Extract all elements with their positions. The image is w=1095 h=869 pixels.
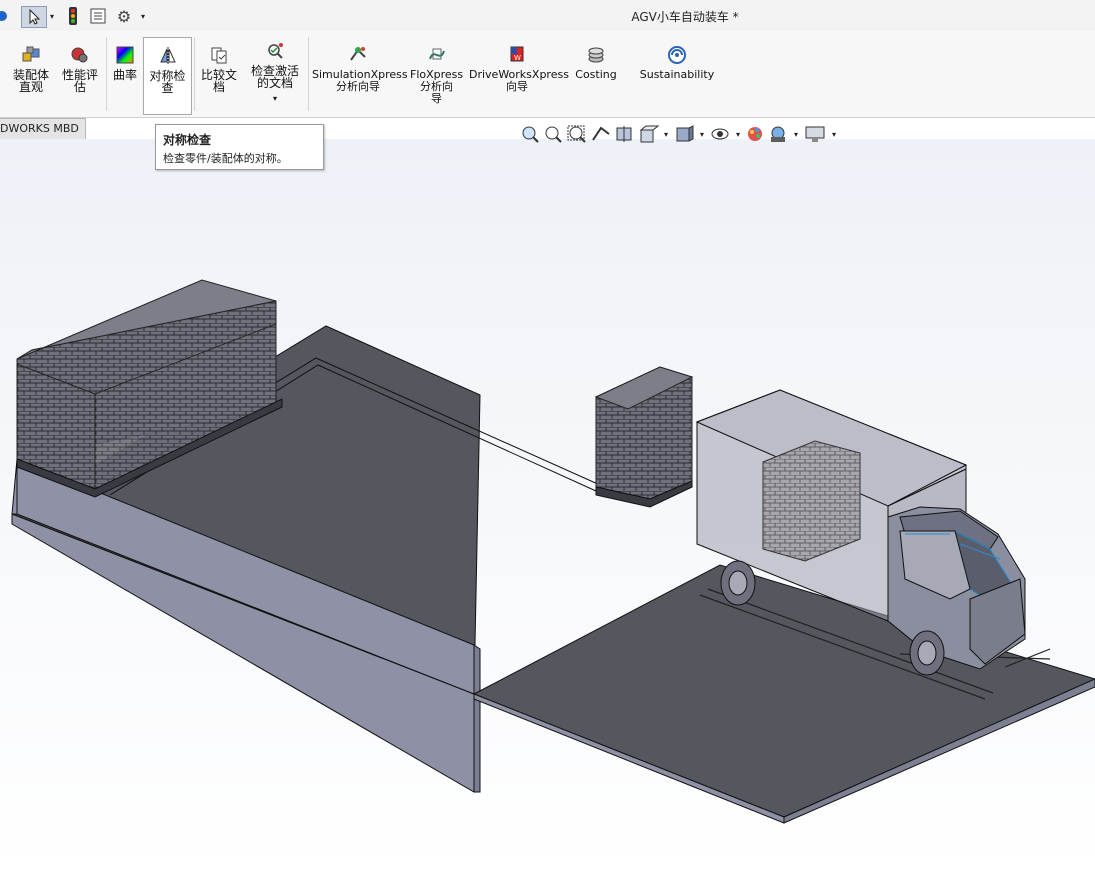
- window-title: AGV小车自动装车 *: [631, 10, 739, 24]
- view-orientation-dropdown-icon[interactable]: ▾: [659, 130, 673, 139]
- performance-evaluation-label: 性能评 估: [61, 68, 98, 94]
- view-settings-icon[interactable]: [803, 124, 827, 144]
- hide-show-items-icon[interactable]: [709, 124, 731, 144]
- curvature-icon: [116, 46, 134, 64]
- view-settings-dropdown-icon[interactable]: ▾: [827, 130, 841, 139]
- check-active-document-button[interactable]: 检查激活 的文档 ▾: [246, 35, 304, 105]
- performance-evaluation-button[interactable]: 性能评 估: [58, 35, 102, 93]
- hide-show-dropdown-icon[interactable]: ▾: [731, 130, 745, 139]
- tooltip-description: 检查零件/装配体的对称。: [163, 152, 288, 165]
- compare-documents-button[interactable]: 比较文 档: [197, 35, 241, 93]
- ribbon-separator: [308, 37, 309, 111]
- evaluate-ribbon: 装配体 直观 性能评 估 曲率 对称检 查 比较文 档 检查激活 的文档 ▾ S…: [0, 31, 1095, 118]
- sustainability-icon: [668, 46, 686, 64]
- heads-up-view-toolbar: ▾ ▾ ▾ ▾ ▾: [519, 123, 871, 145]
- tooltip-title: 对称检查: [163, 133, 212, 147]
- title-bar: ▾ ⚙ ▾ AGV小车自动装车 *: [0, 0, 1095, 32]
- zoom-selection-icon[interactable]: [565, 124, 589, 144]
- floxpress-button[interactable]: FloXpress 分析向 导: [410, 35, 463, 105]
- compare-documents-icon: [211, 47, 227, 64]
- symmetry-check-icon: [159, 47, 176, 65]
- costing-label: Costing: [575, 68, 617, 81]
- symmetry-check-label: 对称检 查: [149, 69, 186, 95]
- costing-icon: [588, 47, 604, 63]
- sustainability-button[interactable]: Sustainability: [638, 35, 716, 81]
- apply-scene-icon[interactable]: [767, 124, 789, 144]
- simulationxpress-label: SimulationXpress 分析向导: [312, 68, 408, 93]
- performance-evaluation-icon: [71, 47, 88, 63]
- ribbon-separator: [194, 37, 195, 111]
- curvature-label: 曲率: [112, 68, 137, 82]
- display-style-dropdown-icon[interactable]: ▾: [695, 130, 709, 139]
- ribbon-separator: [106, 37, 107, 111]
- zoom-to-fit-icon[interactable]: [519, 124, 541, 144]
- display-style-icon[interactable]: [673, 124, 695, 144]
- floxpress-label: FloXpress 分析向 导: [410, 68, 464, 105]
- sustainability-label: Sustainability: [639, 68, 715, 81]
- driveworksxpress-button[interactable]: W DriveWorksXpress 向导: [469, 35, 569, 93]
- compare-documents-label: 比较文 档: [200, 68, 237, 94]
- assembly-visualization-label: 装配体 直观: [12, 68, 49, 94]
- tab-mbd[interactable]: DWORKS MBD: [0, 118, 86, 140]
- assembly-visualization-icon: [22, 46, 40, 62]
- check-active-document-icon: [268, 43, 283, 59]
- graphics-viewport[interactable]: [0, 139, 1095, 869]
- section-view-icon[interactable]: [613, 124, 637, 144]
- curvature-button[interactable]: 曲率: [110, 35, 140, 81]
- view-orientation-icon[interactable]: [637, 124, 659, 144]
- previous-view-icon[interactable]: [589, 124, 613, 144]
- check-active-document-label: 检查激活 的文档: [250, 64, 299, 90]
- zoom-to-area-icon[interactable]: [541, 124, 565, 144]
- floxpress-icon: [428, 48, 445, 60]
- svg-text:W: W: [514, 54, 521, 62]
- assembly-visualization-button[interactable]: 装配体 直观: [8, 35, 54, 93]
- symmetry-check-button[interactable]: 对称检 查: [143, 37, 192, 115]
- symmetry-check-tooltip: 对称检查 检查零件/装配体的对称。: [155, 124, 324, 170]
- check-active-document-dropdown-icon[interactable]: ▾: [246, 93, 304, 105]
- simulationxpress-button[interactable]: SimulationXpress 分析向导: [312, 35, 408, 93]
- driveworksxpress-label: DriveWorksXpress 向导: [469, 68, 569, 93]
- edit-appearance-icon[interactable]: [745, 124, 767, 144]
- driveworksxpress-icon: W: [510, 46, 524, 62]
- simulationxpress-icon: [350, 47, 366, 61]
- apply-scene-dropdown-icon[interactable]: ▾: [789, 130, 803, 139]
- costing-button[interactable]: Costing: [572, 35, 620, 81]
